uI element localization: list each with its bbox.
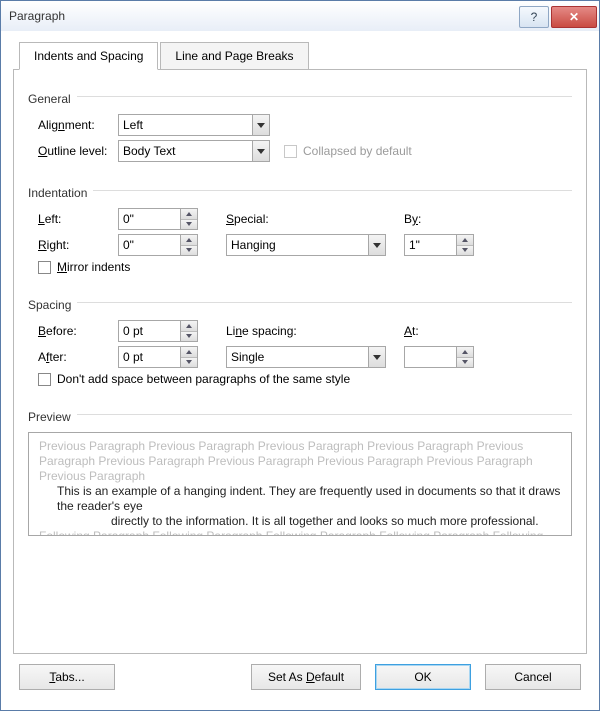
- button-bar: Tabs... Set As Default OK Cancel: [13, 654, 587, 700]
- preview-following: Following Paragraph Following Paragraph …: [39, 529, 561, 536]
- spin-down-icon[interactable]: [457, 246, 473, 256]
- tab-panel: General Alignment: Left Outline level: B…: [13, 70, 587, 654]
- no-add-space-label: Don't add space between paragraphs of th…: [57, 372, 350, 386]
- outline-label: Outline level:: [28, 144, 118, 158]
- before-spinner[interactable]: 0 pt: [118, 320, 198, 342]
- before-label: Before:: [28, 324, 118, 338]
- outline-combo[interactable]: Body Text: [118, 140, 270, 162]
- tab-line-breaks[interactable]: Line and Page Breaks: [160, 42, 308, 70]
- help-button[interactable]: ?: [519, 6, 549, 28]
- special-combo[interactable]: Hanging: [226, 234, 386, 256]
- collapsed-checkbox: [284, 145, 297, 158]
- spin-down-icon[interactable]: [457, 358, 473, 368]
- spin-up-icon[interactable]: [181, 347, 197, 358]
- preview-previous: Previous Paragraph Previous Paragraph Pr…: [39, 439, 561, 484]
- spin-up-icon[interactable]: [181, 209, 197, 220]
- spin-down-icon[interactable]: [181, 358, 197, 368]
- set-default-button[interactable]: Set As Default: [251, 664, 361, 690]
- spin-down-icon[interactable]: [181, 332, 197, 342]
- mirror-indents-checkbox[interactable]: [38, 261, 51, 274]
- group-preview: Preview: [28, 410, 71, 424]
- spin-up-icon[interactable]: [457, 347, 473, 358]
- after-spinner[interactable]: 0 pt: [118, 346, 198, 368]
- titlebar: Paragraph ? ✕: [1, 1, 599, 31]
- cancel-button[interactable]: Cancel: [485, 664, 581, 690]
- dialog-body: Indents and Spacing Line and Page Breaks…: [1, 31, 599, 710]
- at-spinner[interactable]: [404, 346, 474, 368]
- special-label: Special:: [226, 212, 336, 226]
- tabstrip: Indents and Spacing Line and Page Breaks: [13, 41, 587, 70]
- by-spinner[interactable]: 1": [404, 234, 474, 256]
- spin-up-icon[interactable]: [181, 235, 197, 246]
- indent-right-spinner[interactable]: 0": [118, 234, 198, 256]
- paragraph-dialog: Paragraph ? ✕ Indents and Spacing Line a…: [0, 0, 600, 711]
- after-label: After:: [28, 350, 118, 364]
- group-general: General: [28, 92, 71, 106]
- spin-up-icon[interactable]: [181, 321, 197, 332]
- indent-left-label: Left:: [28, 212, 118, 226]
- alignment-label: Alignment:: [28, 118, 118, 132]
- help-icon: ?: [531, 10, 538, 24]
- indent-right-label: Right:: [28, 238, 118, 252]
- by-label: By:: [404, 212, 421, 226]
- ok-button[interactable]: OK: [375, 664, 471, 690]
- line-spacing-label: Line spacing:: [226, 324, 336, 338]
- close-button[interactable]: ✕: [551, 6, 597, 28]
- group-indentation: Indentation: [28, 186, 87, 200]
- preview-sample-1: This is an example of a hanging indent. …: [39, 484, 561, 514]
- preview-sample-2: directly to the information. It is all t…: [39, 514, 561, 529]
- line-spacing-combo[interactable]: Single: [226, 346, 386, 368]
- group-spacing: Spacing: [28, 298, 71, 312]
- alignment-combo[interactable]: Left: [118, 114, 270, 136]
- chevron-down-icon: [368, 235, 385, 255]
- no-add-space-checkbox[interactable]: [38, 373, 51, 386]
- mirror-indents-label: Mirror indents: [57, 260, 130, 274]
- collapsed-label: Collapsed by default: [303, 144, 412, 158]
- chevron-down-icon: [252, 115, 269, 135]
- close-icon: ✕: [569, 10, 579, 24]
- spin-down-icon[interactable]: [181, 220, 197, 230]
- tabs-button[interactable]: Tabs...: [19, 664, 115, 690]
- tab-indents-spacing[interactable]: Indents and Spacing: [19, 42, 158, 70]
- spin-up-icon[interactable]: [457, 235, 473, 246]
- indent-left-spinner[interactable]: 0": [118, 208, 198, 230]
- chevron-down-icon: [252, 141, 269, 161]
- preview-box: Previous Paragraph Previous Paragraph Pr…: [28, 432, 572, 536]
- window-title: Paragraph: [9, 9, 519, 23]
- at-label: At:: [404, 324, 419, 338]
- spin-down-icon[interactable]: [181, 246, 197, 256]
- chevron-down-icon: [368, 347, 385, 367]
